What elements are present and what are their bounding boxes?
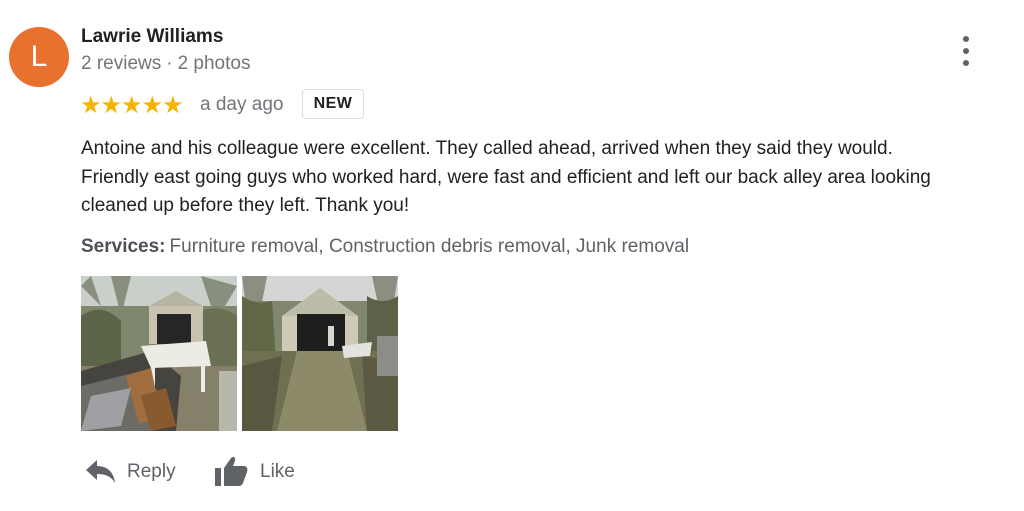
more-vertical-icon bbox=[963, 36, 969, 42]
review-line: Friendly east going guys who worked hard… bbox=[81, 166, 931, 188]
star-rating: ★★★★★ bbox=[80, 92, 184, 119]
services-value: Furniture removal, Construction debris r… bbox=[169, 236, 690, 257]
like-button[interactable]: Like bbox=[214, 455, 304, 489]
thumbs-up-icon bbox=[215, 457, 248, 486]
review-photo-2[interactable] bbox=[242, 276, 398, 431]
review-time: a day ago bbox=[200, 94, 284, 115]
photo-garage-cleaned bbox=[242, 276, 398, 431]
photo-garage-debris bbox=[81, 276, 237, 431]
more-vertical-icon-dot bbox=[963, 48, 969, 54]
new-badge: NEW bbox=[302, 89, 364, 119]
more-vertical-icon-dot bbox=[963, 60, 969, 66]
reviews-count: 2 reviews bbox=[81, 53, 162, 74]
photos-count: 2 photos bbox=[177, 53, 251, 74]
services: Services: Furniture removal, Construction… bbox=[81, 236, 689, 258]
reply-label: Reply bbox=[127, 461, 176, 482]
reply-arrow-icon bbox=[86, 460, 115, 483]
reviewer-meta: 2 reviews · 2 photos bbox=[81, 53, 250, 75]
avatar[interactable]: L bbox=[9, 27, 69, 87]
review-photo-1[interactable] bbox=[81, 276, 237, 431]
meta-separator: · bbox=[166, 53, 173, 74]
more-options-button[interactable] bbox=[952, 34, 980, 68]
review-line: cleaned up before they left. Thank you! bbox=[81, 195, 410, 216]
review-card: L Lawrie Williams 2 reviews · 2 photos ★★★… bbox=[0, 0, 1024, 511]
like-label: Like bbox=[260, 461, 295, 482]
review-line: Antoine and his colleague were excellent… bbox=[81, 138, 893, 159]
reply-button[interactable]: Reply bbox=[85, 455, 185, 489]
reviewer-name[interactable]: Lawrie Williams bbox=[81, 26, 223, 48]
services-label: Services: bbox=[81, 236, 166, 257]
review-text: Antoine and his colleague were excellent… bbox=[81, 135, 1001, 221]
